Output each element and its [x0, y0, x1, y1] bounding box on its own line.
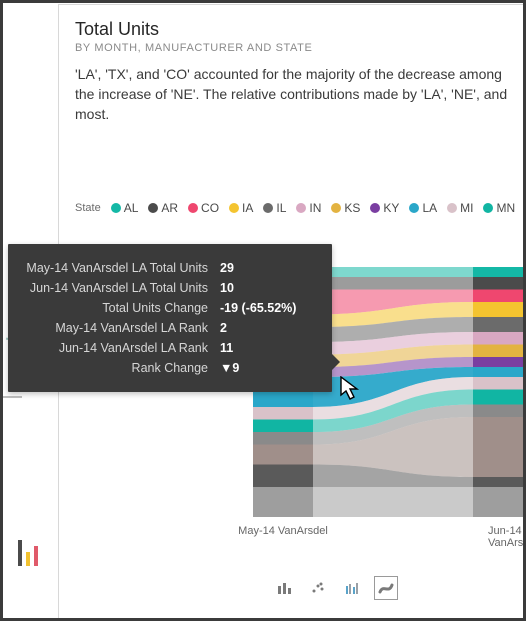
tooltip-row: May-14 VanArsdel LA Total Units 29 — [22, 258, 314, 278]
legend-item-mi[interactable]: MI — [447, 201, 473, 215]
legend-dot-icon — [263, 203, 273, 213]
legend-item-al[interactable]: AL — [111, 201, 139, 215]
chart-type-ribbon-button[interactable] — [374, 576, 398, 600]
legend-item-ia[interactable]: IA — [229, 201, 253, 215]
legend-dot-icon — [296, 203, 306, 213]
legend-item-ar[interactable]: AR — [148, 201, 178, 215]
legend-dot-icon — [229, 203, 239, 213]
chart-type-buttons — [272, 576, 398, 600]
legend-item-label: AR — [161, 201, 178, 215]
tooltip-key: May-14 VanArsdel LA Total Units — [22, 258, 208, 278]
chart-subtitle: BY MONTH, MANUFACTURER AND STATE — [75, 42, 526, 54]
tooltip-value: -19 (-65.52%) — [220, 298, 314, 318]
legend-dot-icon — [148, 203, 158, 213]
legend-item-mn[interactable]: MN — [483, 201, 515, 215]
tooltip-pointer — [332, 354, 340, 370]
tooltip-value: ▼9 — [220, 358, 314, 378]
legend-dot-icon — [409, 203, 419, 213]
legend-item-label: MI — [460, 201, 473, 215]
tooltip-row: May-14 VanArsdel LA Rank 2 — [22, 318, 314, 338]
legend-item-co[interactable]: CO — [188, 201, 219, 215]
chart-narrative: 'LA', 'TX', and 'CO' accounted for the m… — [75, 64, 515, 124]
legend-item-la[interactable]: LA — [409, 201, 437, 215]
legend-item-label: IN — [309, 201, 321, 215]
legend: State ALARCOIAILINKSKYLAMIMNMO — [75, 201, 526, 215]
legend-dot-icon — [483, 203, 493, 213]
legend-item-label: IA — [242, 201, 253, 215]
tooltip-row: Jun-14 VanArsdel LA Rank 11 — [22, 338, 314, 358]
tooltip-value: 2 — [220, 318, 314, 338]
legend-item-label: KS — [344, 201, 360, 215]
legend-item-il[interactable]: IL — [263, 201, 286, 215]
legend-item-ks[interactable]: KS — [331, 201, 360, 215]
tooltip-key: Jun-14 VanArsdel LA Total Units — [22, 278, 208, 298]
legend-dot-icon — [111, 203, 121, 213]
tooltip-value: 10 — [220, 278, 314, 298]
tooltip-row: Total Units Change -19 (-65.52%) — [22, 298, 314, 318]
legend-item-label: KY — [383, 201, 399, 215]
datapoint-tooltip: May-14 VanArsdel LA Total Units29Jun-14 … — [8, 244, 332, 392]
legend-label: State — [75, 202, 101, 214]
legend-dot-icon — [447, 203, 457, 213]
legend-item-ky[interactable]: KY — [370, 201, 399, 215]
tooltip-key: Rank Change — [22, 358, 208, 378]
axis-label-left: May-14 VanArsdel — [238, 525, 328, 537]
legend-dot-icon — [188, 203, 198, 213]
chart-type-column-button[interactable] — [272, 576, 296, 600]
legend-item-label: CO — [201, 201, 219, 215]
legend-item-label: LA — [422, 201, 437, 215]
axis-label-right: Jun-14 VanArsdel — [488, 525, 526, 549]
legend-item-label: AL — [124, 201, 139, 215]
chart-type-clustered-button[interactable] — [340, 576, 364, 600]
legend-dot-icon — [370, 203, 380, 213]
legend-item-label: MN — [496, 201, 515, 215]
chart-type-scatter-button[interactable] — [306, 576, 330, 600]
tooltip-key: Total Units Change — [22, 298, 208, 318]
chart-title: Total Units — [75, 19, 526, 40]
legend-item-label: IL — [276, 201, 286, 215]
legend-dot-icon — [331, 203, 341, 213]
tooltip-value: 11 — [220, 338, 314, 358]
tooltip-value: 29 — [220, 258, 314, 278]
tooltip-key: May-14 VanArsdel LA Rank — [22, 318, 208, 338]
tooltip-row: Jun-14 VanArsdel LA Total Units 10 — [22, 278, 314, 298]
legend-item-in[interactable]: IN — [296, 201, 321, 215]
tooltip-row: Rank Change ▼9 — [22, 358, 314, 378]
tooltip-key: Jun-14 VanArsdel LA Rank — [22, 338, 208, 358]
